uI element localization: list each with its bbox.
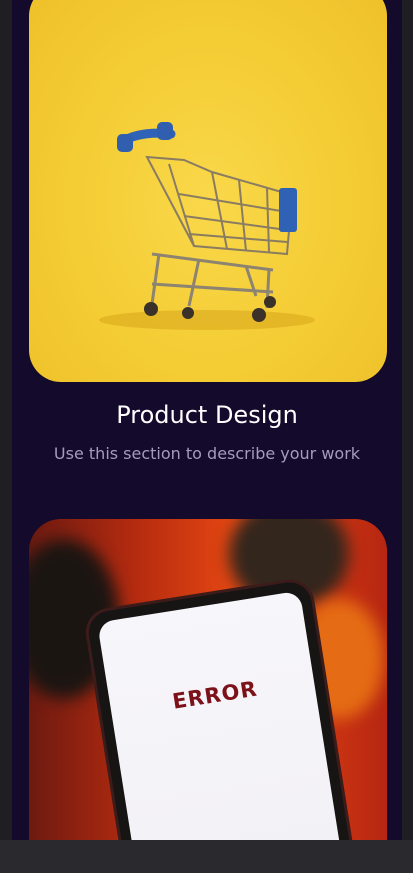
error-label: ERROR [170, 676, 260, 714]
phone-screen: ERROR [97, 590, 342, 840]
portfolio-image-shopping-cart[interactable] [29, 0, 387, 382]
phone-image: ERROR [85, 579, 354, 840]
window-edge-right [402, 0, 413, 873]
portfolio-image-error-phone[interactable]: ERROR [29, 519, 387, 840]
shopping-cart-icon [99, 122, 315, 330]
window-edge-left [0, 0, 12, 873]
portfolio-item-title: Product Design [116, 401, 298, 429]
portfolio-item-description: Use this section to describe your work [53, 444, 361, 463]
bottom-bar [0, 840, 413, 873]
portfolio-page[interactable]: Product Design Use this section to descr… [12, 0, 402, 840]
